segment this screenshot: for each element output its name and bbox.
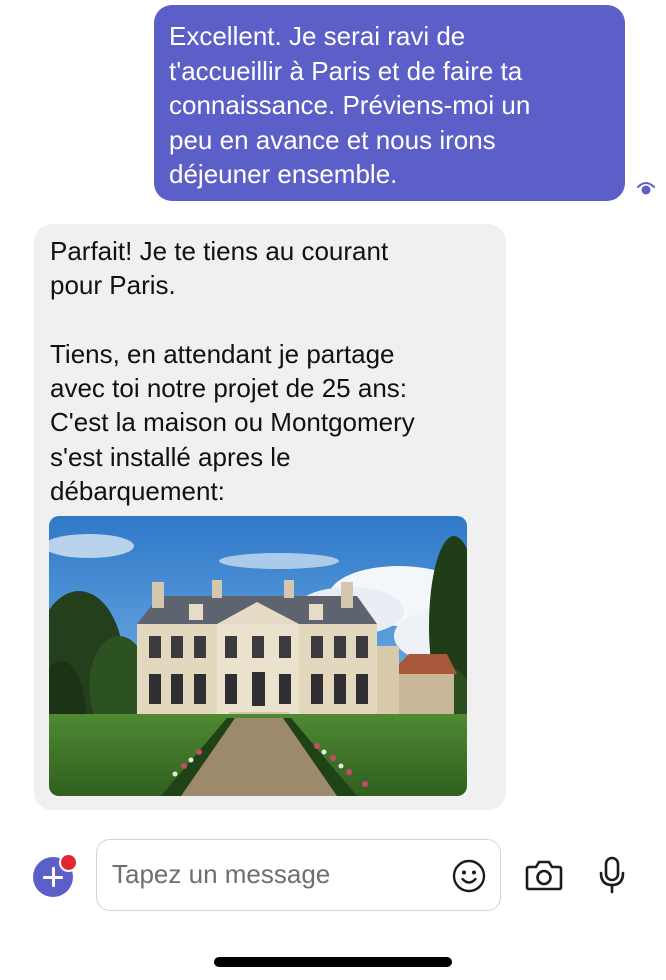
- message-input[interactable]: [112, 840, 432, 909]
- home-indicator[interactable]: [214, 957, 452, 967]
- received-message-bubble[interactable]: Parfait! Je te tiens au courant pour Par…: [34, 224, 506, 810]
- smiley-icon[interactable]: [452, 859, 486, 893]
- message-field[interactable]: [96, 839, 501, 911]
- message-composer: [0, 834, 666, 924]
- chat-screen: Excellent. Je serai ravi de t'accueillir…: [0, 0, 666, 980]
- shared-photo-chateau[interactable]: [49, 516, 467, 796]
- read-receipt-eye-icon: [637, 182, 655, 195]
- camera-icon[interactable]: [525, 858, 563, 892]
- notification-badge: [59, 853, 78, 872]
- sent-message-bubble[interactable]: Excellent. Je serai ravi de t'accueillir…: [154, 5, 625, 201]
- received-message-text: Parfait! Je te tiens au courant pour Par…: [50, 236, 415, 507]
- microphone-icon[interactable]: [598, 856, 626, 894]
